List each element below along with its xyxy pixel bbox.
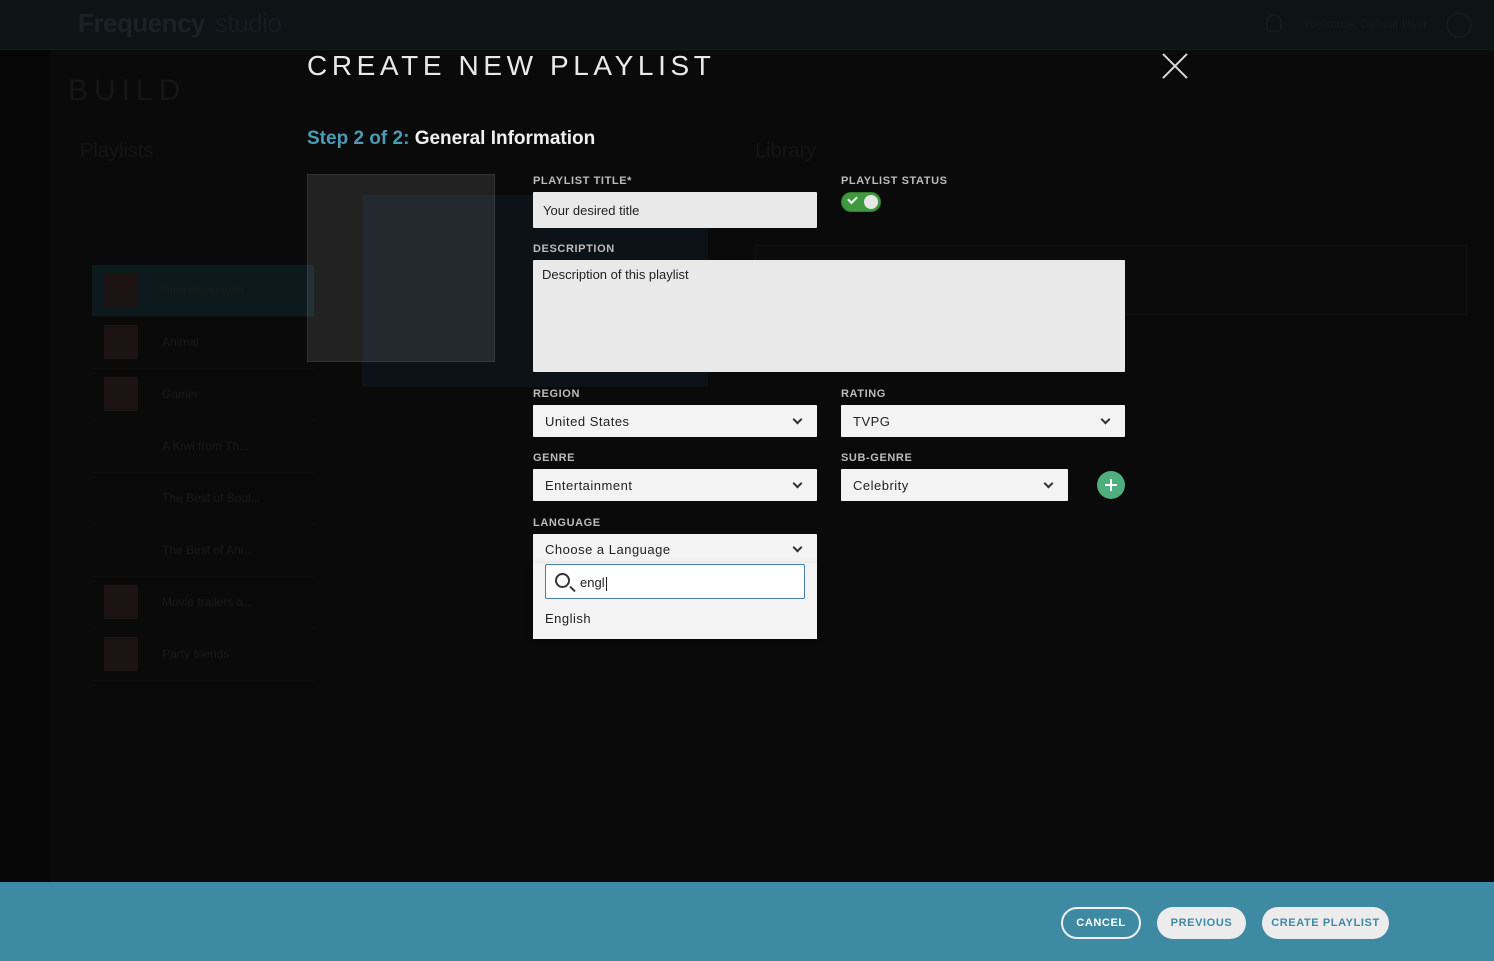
thumbnail [104, 273, 138, 307]
chevron-down-icon [792, 414, 803, 424]
background-sidebar [0, 50, 50, 882]
language-search-input[interactable]: engl [545, 564, 805, 599]
region-label: REGION [533, 388, 580, 400]
sub-genre-select[interactable]: Celebrity [841, 469, 1068, 501]
toggle-knob [864, 195, 878, 209]
list-item: Gamer [92, 369, 314, 421]
chevron-down-icon [1043, 478, 1054, 488]
step-name: General Information [414, 128, 596, 149]
modal-title: CREATE NEW PLAYLIST [307, 50, 716, 81]
language-value: Choose a Language [545, 541, 671, 557]
description-label: DESCRIPTION [533, 243, 615, 255]
background-playlists-title: Playlists [80, 140, 154, 162]
background-library-title: Library [755, 140, 817, 162]
language-dropdown: engl English [533, 563, 817, 639]
thumbnail [104, 325, 138, 359]
playlist-title-input[interactable]: Your desired title [533, 192, 817, 228]
thumbnail [104, 585, 138, 619]
create-playlist-button[interactable]: CREATE PLAYLIST [1262, 907, 1389, 939]
thumbnail [104, 637, 138, 671]
close-icon[interactable] [1161, 52, 1189, 80]
background-playlist-list: Sing along with ... Animal Gamer A Kiwi … [92, 265, 314, 681]
step-heading: Step 2 of 2: General Information [307, 128, 595, 150]
list-item: The Best of Ani... [92, 525, 314, 577]
step-indicator: Step 2 of 2: [307, 128, 410, 149]
description-value: Description of this playlist [542, 267, 689, 282]
avatar [1446, 12, 1472, 38]
rating-value: TVPG [853, 413, 891, 429]
thumbnail [104, 377, 138, 411]
genre-select[interactable]: Entertainment [533, 469, 817, 501]
language-select[interactable]: Choose a Language [533, 534, 817, 564]
list-item: Party friends [92, 629, 314, 681]
playlist-title-label: PLAYLIST TITLE* [533, 175, 633, 187]
modal-footer: CANCEL PREVIOUS CREATE PLAYLIST [0, 882, 1494, 961]
previous-button[interactable]: PREVIOUS [1157, 907, 1246, 939]
background-welcome: Welcome, Default User [1304, 17, 1428, 31]
text-caret [605, 576, 607, 591]
rating-label: RATING [841, 388, 886, 400]
check-icon [847, 193, 858, 205]
language-search-value: engl [580, 575, 605, 590]
search-icon [555, 573, 570, 588]
chevron-down-icon [792, 542, 803, 552]
list-item: The Best of Soul... [92, 473, 314, 525]
add-sub-genre-button[interactable] [1097, 471, 1125, 499]
sub-genre-label: SUB-GENRE [841, 452, 913, 464]
rating-select[interactable]: TVPG [841, 405, 1125, 437]
playlist-status-toggle[interactable] [841, 192, 881, 212]
playlist-title-value: Your desired title [543, 202, 640, 218]
list-item: Animal [92, 317, 314, 369]
sub-genre-value: Celebrity [853, 477, 909, 493]
chevron-down-icon [792, 478, 803, 488]
background-section-title: BUILD [68, 74, 187, 107]
region-select[interactable]: United States [533, 405, 817, 437]
region-value: United States [545, 413, 630, 429]
cancel-button[interactable]: CANCEL [1061, 907, 1141, 939]
list-item: Sing along with ... [92, 265, 314, 317]
genre-value: Entertainment [545, 477, 633, 493]
list-item: Movie trailers a... [92, 577, 314, 629]
background-topbar: Frequency studio Welcome, Default User [0, 0, 1494, 50]
playlist-status-label: PLAYLIST STATUS [841, 175, 948, 187]
list-item: A Kiwi from Th... [92, 421, 314, 473]
language-label: LANGUAGE [533, 517, 601, 529]
playlist-image-upload[interactable] [307, 174, 495, 362]
chevron-down-icon [1100, 414, 1111, 424]
language-option-english[interactable]: English [533, 605, 817, 631]
genre-label: GENRE [533, 452, 576, 464]
background-logo: Frequency studio [78, 8, 282, 38]
description-textarea[interactable]: Description of this playlist [533, 260, 1125, 372]
bell-icon [1266, 14, 1282, 32]
